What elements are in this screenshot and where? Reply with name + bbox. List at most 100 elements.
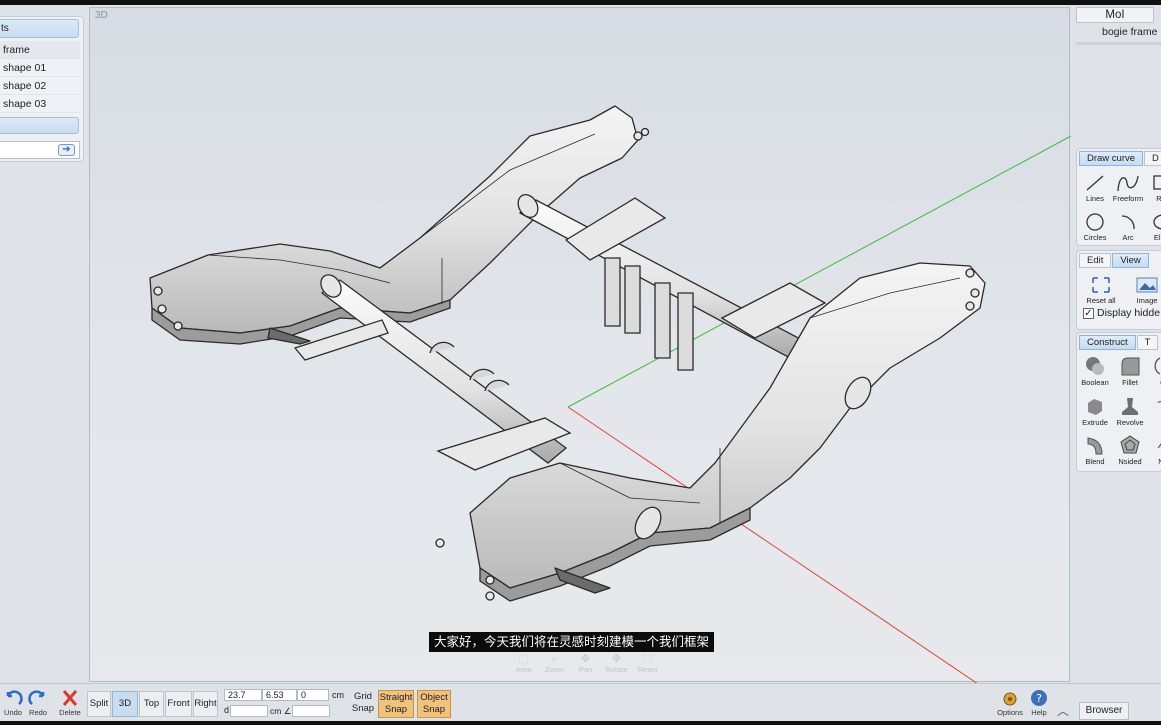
bottom-toolbar: Undo Redo Delete Split 3D Top Front Righ… [0, 683, 1161, 721]
rotate-button[interactable]: ✥ Rotate [603, 653, 630, 674]
tab-draw-curve[interactable]: Draw curve [1079, 151, 1144, 166]
view-navigation-bar: ⬚ Area ⌕ Zoom ✥ Pan ✥ Rotate ⬚ Reset [510, 653, 661, 674]
front-cross-tube [517, 194, 827, 371]
display-hidden-label: Display hidde [1097, 307, 1161, 319]
extrude-icon [1088, 399, 1102, 415]
draw-curve-palette: Draw curve D Lines Freeform Re Circles A… [1076, 148, 1161, 246]
styles-tab[interactable] [0, 117, 79, 134]
straight-snap-toggle[interactable]: Straight Snap [378, 690, 414, 718]
revolve-icon [1122, 398, 1138, 415]
coord-x-field[interactable]: 23.7 [224, 689, 262, 701]
arc-icon [1121, 215, 1135, 230]
view-top-button[interactable]: Top [139, 691, 164, 717]
reset-all-label: Reset all [1086, 296, 1116, 305]
nsided-icon [1120, 435, 1140, 454]
circles-button[interactable]: Circles [1077, 212, 1113, 242]
loft-icon [1157, 401, 1161, 404]
lines-button[interactable]: Lines [1077, 173, 1113, 203]
view-front-button[interactable]: Front [165, 691, 192, 717]
freeform-button[interactable]: Freeform [1110, 173, 1146, 203]
browser-button[interactable]: Browser [1079, 702, 1129, 720]
arrow-right-icon[interactable]: ➔ [58, 144, 75, 156]
delete-label: Delete [59, 708, 81, 717]
delete-button[interactable]: Delete [56, 688, 84, 717]
coord-y-field[interactable]: 6.53 [262, 689, 297, 701]
view-right-button[interactable]: Right [193, 691, 218, 717]
name-field[interactable]: ➔ [0, 141, 80, 159]
grid-snap-toggle[interactable]: Grid Snap [349, 690, 377, 718]
distance-unit-label: cm ∠ [270, 706, 292, 716]
loft-label: L [1145, 418, 1161, 427]
rotate-label: Rotate [605, 665, 628, 674]
undo-button[interactable]: Undo [2, 688, 24, 717]
object-item-shape-03[interactable]: shape 03 [0, 95, 80, 113]
boolean-label: Boolean [1081, 378, 1109, 387]
loft-button[interactable]: L [1145, 395, 1161, 427]
grid-snap-line2: Snap [351, 703, 375, 714]
fillet-label: Fillet [1122, 378, 1138, 387]
chevron-up-icon[interactable]: ︿ [1057, 702, 1069, 719]
tab-view[interactable]: View [1112, 253, 1149, 268]
arc-button[interactable]: Arc [1110, 212, 1146, 242]
pan-label: Pan [578, 665, 593, 674]
3d-viewport[interactable]: 3D 大家好，今天我们将在灵感时刻建模一个我们框架 ⬚ Area ⌕ Zoom … [89, 7, 1071, 683]
rectangle-button[interactable]: Re [1143, 173, 1161, 203]
display-hidden-checkbox[interactable]: ✓ Display hidde [1083, 307, 1160, 319]
bogie-frame-model [149, 105, 1071, 683]
tab-edit[interactable]: Edit [1079, 253, 1112, 268]
grid-snap-line1: Grid [354, 691, 372, 702]
boolean-button[interactable]: Boolean [1077, 355, 1113, 387]
video-subtitle: 大家好，今天我们将在灵感时刻建模一个我们框架 [429, 632, 715, 652]
tab-transform[interactable]: T [1136, 335, 1159, 350]
object-list: frame shape 01 shape 02 shape 03 [0, 41, 80, 113]
freeform-label: Freeform [1112, 194, 1144, 203]
checkmark-icon[interactable]: ✓ [1083, 307, 1094, 319]
options-button[interactable]: Options [995, 688, 1025, 717]
image-label: Image [1136, 296, 1158, 305]
straight-snap-line2: Snap [384, 704, 408, 715]
construct-palette: Construct T Boolean Fillet O Extrude Rev… [1076, 332, 1161, 472]
angle-field[interactable] [292, 705, 330, 717]
reset-all-button[interactable]: Reset all [1083, 275, 1119, 305]
object-item-shape-02[interactable]: shape 02 [0, 77, 80, 95]
network-button[interactable]: Ne [1145, 434, 1161, 466]
file-name: bogie frame [1102, 26, 1158, 38]
delete-x-icon [56, 688, 84, 708]
extrude-button[interactable]: Extrude [1077, 395, 1113, 427]
image-button[interactable]: Image [1129, 275, 1161, 305]
rotate-icon: ✥ [611, 653, 622, 665]
image-icon [1136, 277, 1158, 293]
objects-tab[interactable]: ts [0, 19, 79, 38]
coord-z-field[interactable]: 0 [297, 689, 329, 701]
nsided-button[interactable]: Nsided [1112, 434, 1148, 466]
view-split-button[interactable]: Split [87, 691, 111, 717]
tab-construct[interactable]: Construct [1079, 335, 1136, 350]
circle-icon [1086, 213, 1104, 231]
zoom-button[interactable]: ⌕ Zoom [541, 653, 568, 674]
revolve-button[interactable]: Revolve [1112, 395, 1148, 427]
distance-field[interactable] [230, 705, 268, 717]
fillet-button[interactable]: Fillet [1112, 355, 1148, 387]
pan-button[interactable]: ✥ Pan [572, 653, 599, 674]
object-snap-toggle[interactable]: Object Snap [417, 690, 451, 718]
offset-button[interactable]: O [1145, 355, 1161, 387]
view-3d-button[interactable]: 3D [112, 691, 138, 717]
area-zoom-button[interactable]: ⬚ Area [510, 653, 537, 674]
blend-button[interactable]: Blend [1077, 434, 1113, 466]
area-zoom-icon: ⬚ [518, 653, 529, 665]
object-snap-line1: Object [420, 692, 448, 703]
area-label: Area [515, 665, 532, 674]
help-button[interactable]: ? Help [1027, 688, 1051, 717]
object-item-frame[interactable]: frame [0, 41, 80, 59]
help-label: Help [1031, 708, 1047, 717]
tab-draw-solid[interactable]: D [1144, 151, 1161, 166]
object-item-shape-01[interactable]: shape 01 [0, 59, 80, 77]
redo-button[interactable]: Redo [27, 688, 49, 717]
zoom-label: Zoom [544, 665, 565, 674]
help-icon: ? [1027, 688, 1051, 708]
ellipse-icon [1153, 214, 1161, 230]
blend-icon [1087, 437, 1103, 455]
reset-view-button[interactable]: ⬚ Reset [634, 653, 661, 674]
ellipse-button[interactable]: Ellip [1143, 212, 1161, 242]
svg-text:?: ? [1036, 692, 1042, 705]
